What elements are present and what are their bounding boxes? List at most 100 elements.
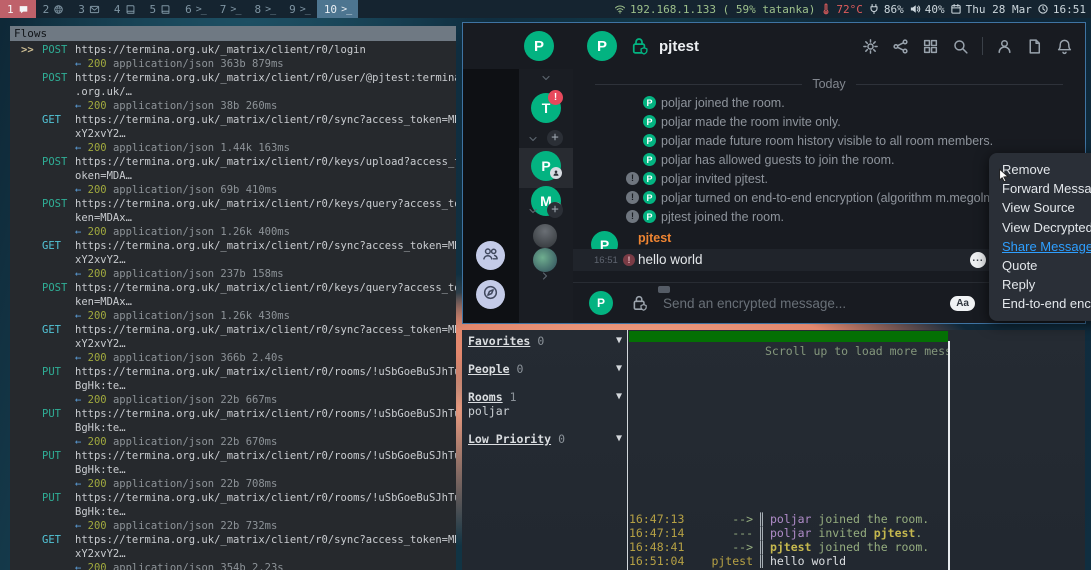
members-icon[interactable]	[996, 38, 1013, 55]
workspace-9[interactable]: 9>_	[282, 0, 317, 18]
menu-item-reply[interactable]: Reply	[989, 275, 1091, 294]
network-status: 192.168.1.133 ( 59% tatanka)	[614, 3, 815, 16]
mail-icon	[89, 4, 100, 15]
state-event: Ppoljar made the room invite only.	[573, 112, 1085, 131]
workspace-7[interactable]: 7>_	[213, 0, 248, 18]
room-avatar[interactable]: P	[587, 31, 617, 61]
temperature-status: 72°C	[820, 3, 863, 16]
encrypted-room-lock-icon	[630, 36, 650, 56]
avatar: P	[643, 153, 656, 166]
unencrypted-warning-icon: !	[626, 191, 639, 204]
flow-row[interactable]: PUThttps://termina.org.uk/_matrix/client…	[21, 449, 456, 491]
menu-item-quote[interactable]: Quote	[989, 256, 1091, 275]
collapse-triangle-icon[interactable]: ▼	[616, 362, 622, 376]
message-options-button[interactable]: ...	[970, 252, 986, 268]
mitmproxy-window: Flows >>POSThttps://termina.org.uk/_matr…	[10, 26, 456, 570]
flow-row[interactable]: POSThttps://termina.org.uk/_matrix/clien…	[21, 197, 456, 239]
chevron-down-icon[interactable]	[527, 204, 539, 216]
time-text: 16:51	[1053, 3, 1086, 16]
message-composer[interactable]: Send an encrypted message...	[663, 296, 950, 311]
gomuks-message-row: 16:48:41-->║pjtest joined the room.	[629, 540, 948, 554]
home-communities-button[interactable]	[476, 241, 505, 270]
menu-item-end-to-end-encryption-info[interactable]: End-to-end encryption info	[989, 294, 1091, 313]
flow-row[interactable]: PUThttps://termina.org.uk/_matrix/client…	[21, 365, 456, 407]
state-event-text: poljar made the room invite only.	[661, 115, 841, 129]
workspace-5[interactable]: 5	[143, 0, 179, 18]
flow-row[interactable]: >>POSThttps://termina.org.uk/_matrix/cli…	[21, 43, 456, 71]
apps-grid-icon[interactable]	[922, 38, 939, 55]
notifications-icon[interactable]	[1056, 38, 1073, 55]
flow-row[interactable]: POSThttps://termina.org.uk/_matrix/clien…	[21, 281, 456, 323]
plus-icon	[550, 201, 560, 219]
date-text: Thu 28 Mar	[966, 3, 1032, 16]
volume-status: 40%	[909, 3, 945, 16]
people-group-icon	[482, 245, 499, 267]
room-settings-icon[interactable]	[862, 38, 879, 55]
state-event-text: poljar made future room history visible …	[661, 134, 993, 148]
gomuks-message-row: 16:47:13-->║poljar joined the room.	[629, 512, 948, 526]
explore-button[interactable]	[476, 280, 505, 309]
state-event: Ppoljar joined the room.	[573, 93, 1085, 112]
menu-item-view-decrypted-source[interactable]: View Decrypted Source	[989, 218, 1091, 237]
room-section-header[interactable]: Low Priority0▼	[468, 432, 622, 446]
search-icon[interactable]	[952, 38, 969, 55]
chevron-down-icon[interactable]	[540, 71, 552, 83]
workspace-number: 7	[220, 3, 227, 16]
flow-row[interactable]: PUThttps://termina.org.uk/_matrix/client…	[21, 491, 456, 533]
flow-row[interactable]: POSThttps://termina.org.uk/_matrix/clien…	[21, 71, 456, 113]
message-timestamp: 16:51	[594, 255, 618, 266]
terminal-icon: >_	[196, 4, 206, 15]
workspace-10[interactable]: 10>_	[317, 0, 358, 18]
gomuks-message-row: 16:47:14---║poljar invited pjtest.	[629, 526, 948, 540]
menu-item-share-message[interactable]: Share Message	[989, 237, 1091, 256]
share-room-icon[interactable]	[892, 38, 909, 55]
room-image-avatar[interactable]	[533, 224, 557, 248]
network-text: 192.168.1.133 ( 59% tatanka)	[630, 3, 815, 16]
add-room-button[interactable]	[547, 202, 563, 218]
user-avatar[interactable]: P	[524, 31, 554, 61]
chevron-right-icon[interactable]	[539, 269, 551, 281]
workspace-4[interactable]: 4	[107, 0, 143, 18]
date-divider: Today	[595, 75, 1063, 93]
warning-spacer	[626, 134, 639, 147]
calendar-icon	[950, 3, 962, 15]
workspace-3[interactable]: 3	[71, 0, 107, 18]
battery-text: 86%	[884, 3, 904, 16]
flow-row[interactable]: GEThttps://termina.org.uk/_matrix/client…	[21, 239, 456, 281]
mouse-cursor	[997, 168, 1011, 184]
date-status: Thu 28 Mar	[950, 3, 1032, 16]
terminal-icon: >_	[341, 4, 351, 15]
gomuks-window: Favorites0▼ People0▼ Rooms1▼poljar Low Prio…	[462, 330, 1085, 570]
book-icon	[160, 4, 171, 15]
room-entry[interactable]: poljar	[468, 404, 622, 418]
files-icon[interactable]	[1026, 38, 1043, 55]
workspace-number: 9	[289, 3, 296, 16]
workspace-2[interactable]: 2	[36, 0, 72, 18]
room-section-header[interactable]: People0▼	[468, 362, 622, 376]
collapse-triangle-icon[interactable]: ▼	[616, 432, 622, 446]
flow-row[interactable]: GEThttps://termina.org.uk/_matrix/client…	[21, 113, 456, 155]
workspace-8[interactable]: 8>_	[247, 0, 282, 18]
plus-icon	[550, 129, 560, 147]
gomuks-message-pane: Scroll up to load more messages 16:47:13…	[629, 330, 948, 570]
wifi-icon	[614, 3, 626, 15]
workspace-1[interactable]: 1	[0, 0, 36, 18]
workspace-6[interactable]: 6>_	[178, 0, 213, 18]
flow-row[interactable]: GEThttps://termina.org.uk/_matrix/client…	[21, 323, 456, 365]
format-toggle-button[interactable]: Aa	[950, 296, 975, 311]
menu-item-view-source[interactable]: View Source	[989, 198, 1091, 217]
avatar: P	[643, 172, 656, 185]
flow-row[interactable]: GEThttps://termina.org.uk/_matrix/client…	[21, 533, 456, 570]
flow-row[interactable]: PUThttps://termina.org.uk/_matrix/client…	[21, 407, 456, 449]
collapse-triangle-icon[interactable]: ▼	[616, 334, 622, 348]
gomuks-message-row: 16:51:04pjtest║hello world	[629, 554, 948, 568]
date-divider-label: Today	[812, 77, 845, 91]
state-event-text: poljar joined the room.	[661, 96, 785, 110]
chevron-down-icon[interactable]	[527, 132, 539, 144]
room-section-header[interactable]: Favorites0▼	[468, 334, 622, 348]
flow-row[interactable]: POSThttps://termina.org.uk/_matrix/clien…	[21, 155, 456, 197]
desktop: 123456>_7>_8>_9>_10>_ 192.168.1.133 ( 59…	[0, 0, 1091, 570]
room-section-header[interactable]: Rooms1▼	[468, 390, 622, 404]
collapse-triangle-icon[interactable]: ▼	[616, 390, 622, 404]
add-room-button[interactable]	[547, 130, 563, 146]
